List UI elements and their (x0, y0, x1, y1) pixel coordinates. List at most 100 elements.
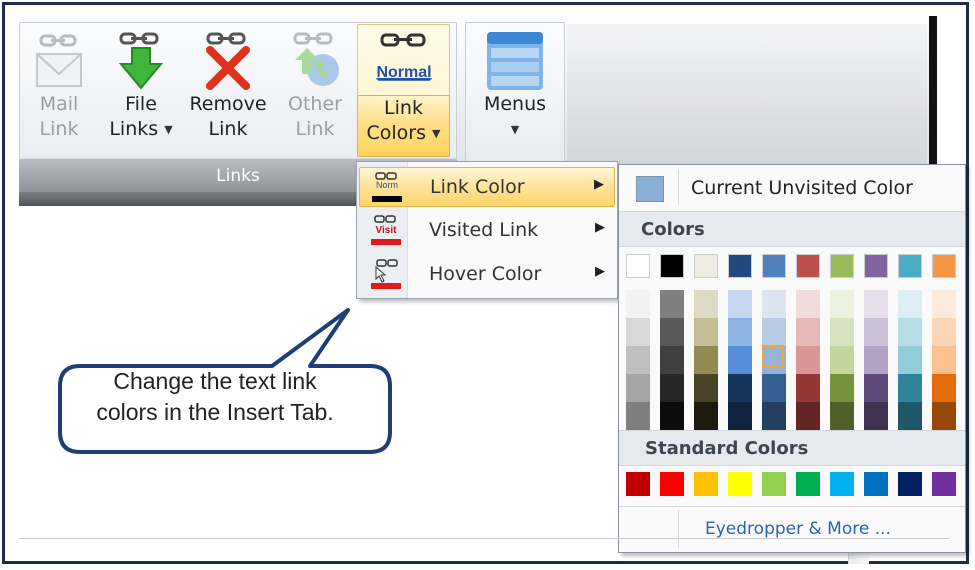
color-swatch[interactable] (830, 346, 854, 374)
color-swatch[interactable] (796, 346, 820, 374)
color-swatch[interactable] (830, 402, 854, 430)
shade-column (626, 290, 650, 430)
link-colors-icon: Normal (374, 31, 434, 93)
chevron-right-icon: ▶ (594, 177, 604, 192)
color-swatch[interactable] (864, 402, 888, 430)
color-swatch[interactable] (762, 254, 786, 278)
color-swatch[interactable] (626, 346, 650, 374)
color-swatch[interactable] (728, 318, 752, 346)
mail-link-label-2: Link (39, 118, 79, 140)
color-swatch[interactable] (932, 290, 956, 318)
standard-color-swatch[interactable] (626, 472, 650, 496)
divider (678, 510, 679, 548)
color-swatch[interactable] (694, 290, 718, 318)
link-colors-split-button[interactable]: Link Colors ▼ (357, 95, 450, 157)
standard-color-swatch[interactable] (864, 472, 888, 496)
standard-color-swatch[interactable] (932, 472, 956, 496)
standard-color-swatch[interactable] (762, 472, 786, 496)
color-swatch[interactable] (660, 318, 684, 346)
color-swatch[interactable] (932, 346, 956, 374)
color-swatch[interactable] (864, 254, 888, 278)
color-picker-panel: Current Unvisited Color Colors Standard … (618, 164, 966, 553)
standard-color-swatch[interactable] (898, 472, 922, 496)
menu-item-link-color-label: Link Color (430, 176, 525, 198)
menu-item-visited-link[interactable]: Visit Visited Link ▶ (359, 211, 615, 251)
color-swatch[interactable] (762, 290, 786, 318)
color-swatch[interactable] (864, 346, 888, 374)
color-swatch[interactable] (694, 346, 718, 374)
menu-item-link-color[interactable]: Norm Link Color ▶ (359, 167, 615, 207)
standard-color-swatch[interactable] (660, 472, 684, 496)
standard-color-swatch[interactable] (830, 472, 854, 496)
standard-color-swatch[interactable] (728, 472, 752, 496)
color-swatch[interactable] (864, 374, 888, 402)
color-swatch[interactable] (728, 402, 752, 430)
color-swatch[interactable] (660, 374, 684, 402)
color-swatch[interactable] (728, 290, 752, 318)
color-swatch[interactable] (762, 318, 786, 346)
color-swatch[interactable] (796, 374, 820, 402)
color-swatch[interactable] (932, 318, 956, 346)
link-colors-button[interactable]: Normal Link Colors ▼ (357, 24, 450, 157)
color-swatch[interactable] (626, 254, 650, 278)
current-color-swatch (636, 176, 664, 202)
eyedropper-more-row[interactable]: Eyedropper & More ... (619, 506, 965, 552)
chevron-down-icon: ▼ (510, 123, 520, 136)
standard-color-swatch[interactable] (694, 472, 718, 496)
color-swatch[interactable] (830, 374, 854, 402)
link-colors-icon-text: Normal (376, 64, 431, 81)
menus-icon (485, 30, 545, 92)
color-swatch[interactable] (796, 290, 820, 318)
current-unvisited-color-row[interactable]: Current Unvisited Color (619, 165, 965, 209)
color-swatch[interactable] (728, 346, 752, 374)
standard-color-swatch[interactable] (796, 472, 820, 496)
file-links-button[interactable]: File Links ▼ (100, 30, 182, 155)
color-swatch[interactable] (626, 374, 650, 402)
color-swatch[interactable] (626, 290, 650, 318)
color-swatch[interactable] (796, 318, 820, 346)
color-swatch[interactable] (898, 254, 922, 278)
other-link-button[interactable]: Other Link (278, 30, 352, 155)
visited-link-icon-text: Visit (376, 225, 398, 236)
color-swatch[interactable] (694, 402, 718, 430)
color-swatch[interactable] (694, 318, 718, 346)
color-swatch[interactable] (728, 254, 752, 278)
color-swatch[interactable] (898, 346, 922, 374)
eyedropper-more-link[interactable]: Eyedropper & More ... (705, 519, 891, 539)
color-swatch[interactable] (864, 290, 888, 318)
color-swatch[interactable] (898, 318, 922, 346)
color-swatch[interactable] (660, 402, 684, 430)
other-link-label-2: Link (295, 118, 335, 140)
remove-link-label-2: Link (208, 118, 248, 140)
color-swatch[interactable] (626, 318, 650, 346)
file-links-label-1: File (125, 93, 157, 115)
color-swatch[interactable] (932, 402, 956, 430)
color-swatch[interactable] (932, 254, 956, 278)
remove-link-label-1: Remove (189, 93, 267, 115)
color-swatch[interactable] (898, 374, 922, 402)
menus-button[interactable]: Menus ▼ (470, 30, 560, 155)
color-swatch[interactable] (830, 254, 854, 278)
color-swatch[interactable] (694, 254, 718, 278)
color-swatch[interactable] (796, 254, 820, 278)
menu-item-hover-color[interactable]: Hover Color ▶ (359, 255, 615, 295)
color-swatch[interactable] (694, 374, 718, 402)
color-swatch[interactable] (728, 374, 752, 402)
color-swatch[interactable] (660, 254, 684, 278)
color-swatch[interactable] (898, 402, 922, 430)
mail-link-button[interactable]: Mail Link (26, 30, 92, 155)
color-swatch[interactable] (626, 402, 650, 430)
color-swatch[interactable] (898, 290, 922, 318)
color-swatch[interactable] (830, 290, 854, 318)
color-swatch[interactable] (830, 318, 854, 346)
menu-item-visited-link-label: Visited Link (429, 219, 539, 241)
color-swatch[interactable] (762, 374, 786, 402)
color-swatch[interactable] (660, 290, 684, 318)
color-swatch[interactable] (796, 402, 820, 430)
chevron-right-icon: ▶ (595, 220, 605, 235)
remove-link-button[interactable]: Remove Link (186, 30, 270, 155)
color-swatch[interactable] (762, 402, 786, 430)
color-swatch[interactable] (660, 346, 684, 374)
color-swatch[interactable] (864, 318, 888, 346)
color-swatch[interactable] (932, 374, 956, 402)
